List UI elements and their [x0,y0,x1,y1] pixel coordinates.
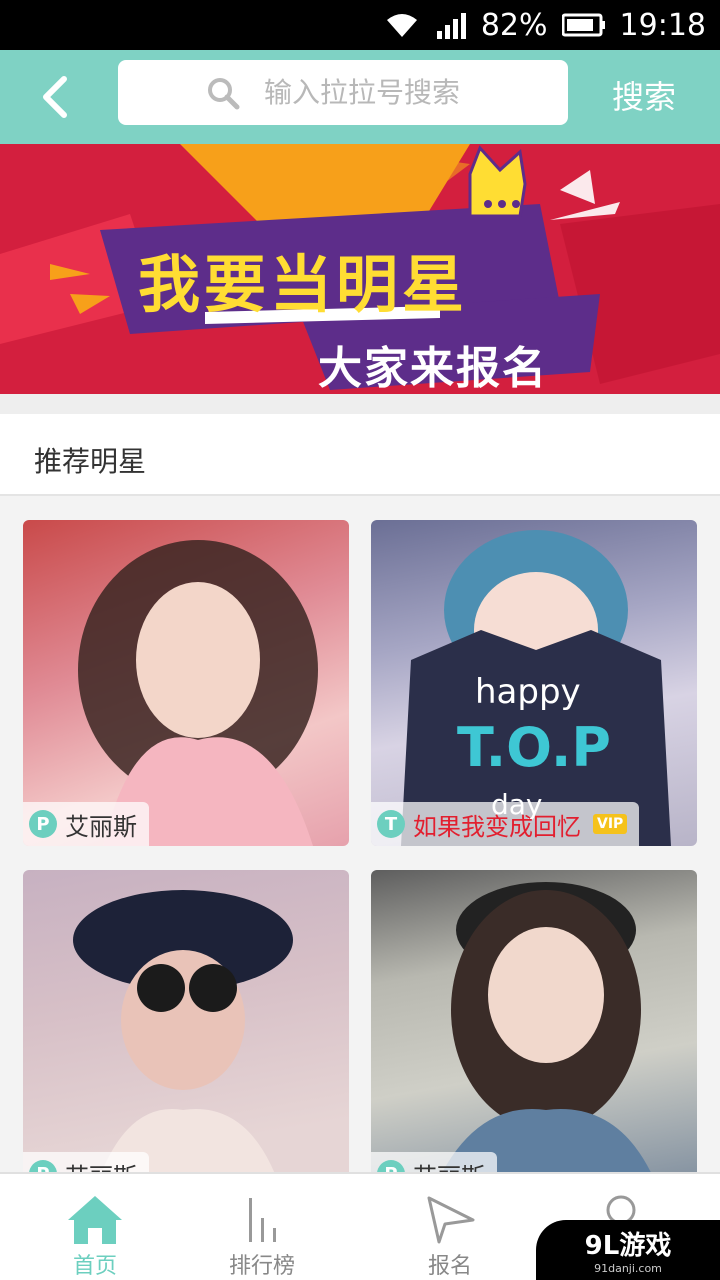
promo-banner[interactable]: 我要当明星 大家来报名 [0,144,720,394]
star-name-tag: P 艾丽斯 [23,802,149,846]
tab-signup-label: 报名 [427,1254,472,1279]
star-photo [73,890,293,1172]
p-badge-icon: P [377,1160,405,1172]
search-icon [208,78,240,110]
tab-signup[interactable]: 报名 [365,1174,535,1280]
status-bar: 82% 19:18 [0,0,720,50]
chevron-left-icon [43,76,67,118]
clock: 19:18 [619,7,706,43]
photo-text: T.O.P [457,716,611,779]
banner-subtitle: 大家来报名 [318,343,548,394]
p-badge-icon: P [29,810,57,838]
search-box [118,60,594,125]
star-grid: P 艾丽斯 happy T.O.P day T 如果我变成回忆 VIP P 艾丽… [0,496,720,1172]
star-card[interactable]: P 艾丽斯 [23,870,349,1172]
star-card[interactable]: P 艾丽斯 [371,870,697,1172]
tab-home-label: 首页 [72,1254,117,1279]
search-input[interactable] [264,76,594,109]
tab-ranking-label: 排行榜 [228,1254,295,1279]
bar-chart-icon [249,1198,276,1242]
signal-icon [435,11,467,39]
star-photo [442,882,651,1172]
p-badge-icon: P [29,1160,57,1172]
photo-text: happy [475,672,581,712]
star-photo [78,540,318,846]
banner-title: 我要当明星 [138,248,469,321]
vip-icon: VIP [593,814,628,834]
tab-home[interactable]: 首页 [10,1174,180,1280]
star-name: 如果我变成回忆 [413,812,581,841]
divider [0,394,720,414]
search-button[interactable]: 搜索 [612,72,676,118]
star-card[interactable]: happy T.O.P day T 如果我变成回忆 VIP [371,520,697,846]
star-name-tag: P 艾丽斯 [371,1152,497,1172]
top-bar: 搜索 [0,50,720,144]
star-name: 艾丽斯 [413,1157,485,1173]
star-name: 艾丽斯 [65,1157,137,1173]
tab-ranking[interactable]: 排行榜 [177,1174,347,1280]
section-title: 推荐明星 [34,445,147,478]
battery-percent: 82% [480,7,548,43]
wifi-icon [383,11,421,39]
section-header: 推荐明星 [0,414,720,496]
watermark-logo: 9L游戏 91danji.com [536,1220,720,1280]
star-name-tag: P 艾丽斯 [23,1152,149,1172]
watermark-text: 9L游戏 [584,1231,672,1261]
watermark-url: 91danji.com [594,1262,662,1275]
home-icon [68,1196,122,1244]
back-button[interactable] [30,72,80,122]
t-badge-icon: T [377,810,405,838]
send-icon [427,1196,475,1244]
star-card[interactable]: P 艾丽斯 [23,520,349,846]
star-name: 艾丽斯 [65,812,137,841]
star-name-tag: T 如果我变成回忆 VIP [371,802,640,846]
battery-icon [561,13,606,37]
